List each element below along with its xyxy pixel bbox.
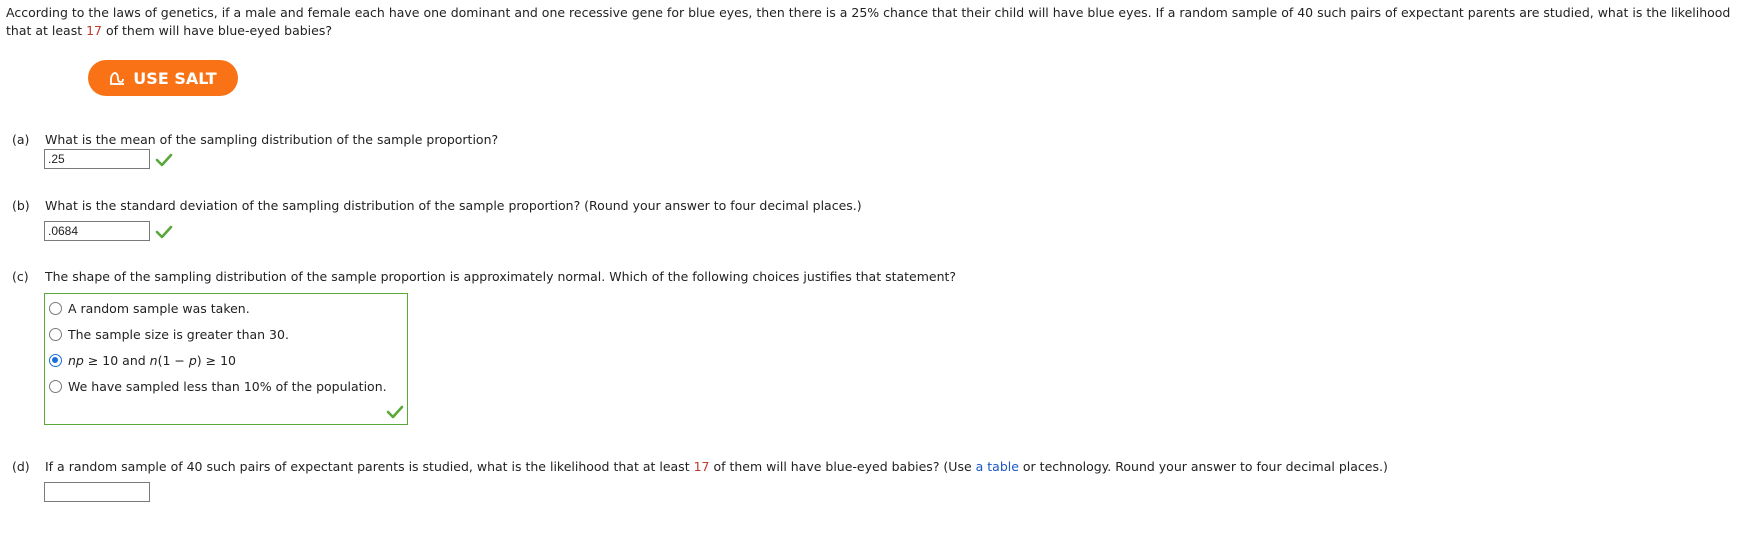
part-a-answer-input[interactable] [44,149,150,169]
part-a-text: What is the mean of the sampling distrib… [45,132,499,147]
var-p: p [188,352,197,368]
part-c-letter: (c) [12,269,29,284]
choice-label: np ≥ 10 and n(1 − p) ≥ 10 [68,353,236,368]
part-a-letter: (a) [12,132,30,147]
part-d-question: (d) If a random sample of 40 such pairs o… [12,458,1388,476]
radio-button[interactable] [49,301,62,315]
problem-statement: According to the laws of genetics, if a … [6,4,1746,40]
part-b-question: (b) What is the standard deviation of the… [12,197,862,215]
part-c-correct-check-icon [386,405,404,419]
part-d-text-start: If a random sample of 40 such pairs of e… [45,459,694,474]
part-c-text: The shape of the sampling distribution o… [45,269,957,284]
choice-label: A random sample was taken. [68,300,250,316]
part-d-text-middle: of them will have blue-eyed babies? (Use [709,459,976,474]
choice-label: We have sampled less than 10% of the pop… [68,378,387,394]
radio-button[interactable] [49,327,62,341]
choice-sample-size[interactable]: The sample size is greater than 30. [49,325,289,343]
salt-chart-icon [109,70,125,86]
part-d-text-end: or technology. Round your answer to four… [1018,459,1388,474]
part-c-choices-box: A random sample was taken. The sample si… [44,293,408,425]
label-segment: ) ≥ 10 [196,352,236,368]
part-b-text: What is the standard deviation of the sa… [45,198,862,213]
part-d-answer-input[interactable] [44,482,150,502]
part-c-question: (c) The shape of the sampling distributio… [12,268,956,286]
radio-button-selected[interactable] [49,353,62,367]
part-a-question: (a) What is the mean of the sampling dist… [12,131,498,149]
choice-less-than-10-percent[interactable]: We have sampled less than 10% of the pop… [49,377,387,395]
choice-random-sample[interactable]: A random sample was taken. [49,299,250,317]
label-segment: (1 − [157,352,189,368]
choice-label: The sample size is greater than 30. [68,326,289,342]
part-b-correct-check-icon [155,225,173,239]
var-np: np [68,352,84,368]
use-salt-button[interactable]: USE SALT [88,60,238,96]
radio-button[interactable] [49,379,62,393]
table-link[interactable]: a table [976,459,1019,474]
problem-highlight-number: 17 [86,23,103,38]
use-salt-label: USE SALT [133,68,217,88]
part-b-answer-input[interactable] [44,221,150,241]
label-segment: ≥ 10 and [83,352,150,368]
problem-text-end: of them will have blue-eyed babies? [102,23,332,38]
part-a-correct-check-icon [155,153,173,167]
part-d-highlight-number: 17 [693,459,710,474]
var-n: n [149,352,158,368]
choice-np-condition[interactable]: np ≥ 10 and n(1 − p) ≥ 10 [49,351,236,369]
part-d-letter: (d) [12,459,30,474]
part-b-letter: (b) [12,198,30,213]
